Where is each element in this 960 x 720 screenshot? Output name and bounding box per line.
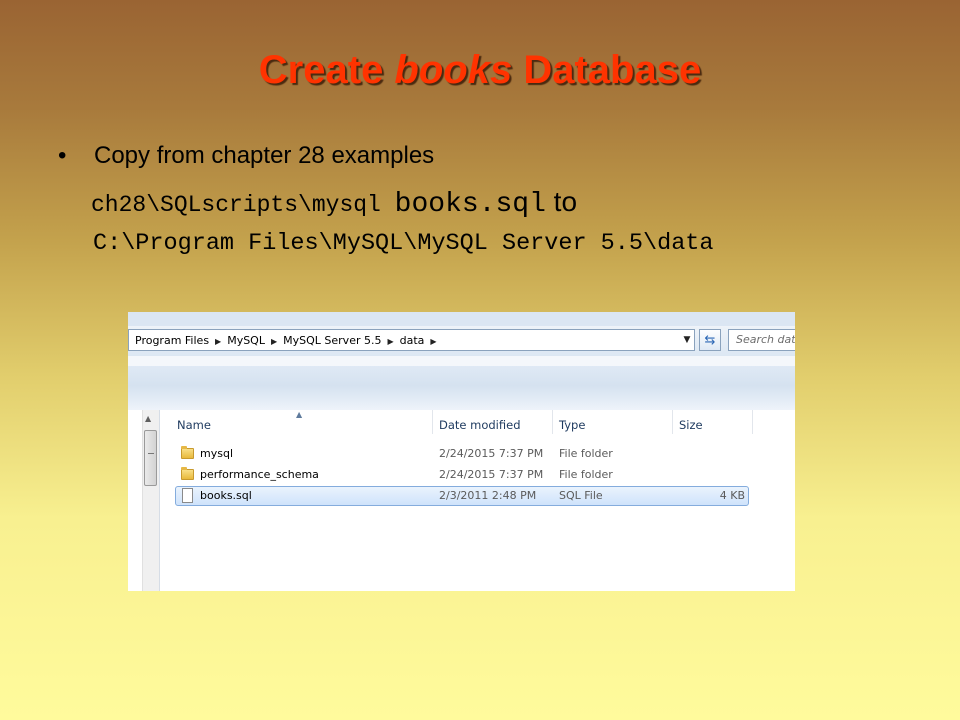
- to-word: to: [545, 186, 578, 217]
- file-date: 2/3/2011 2:48 PM: [439, 489, 537, 502]
- column-header-date[interactable]: Date modified: [432, 410, 552, 434]
- file-type: File folder: [559, 468, 613, 481]
- chevron-right-icon[interactable]: ▶: [424, 337, 436, 346]
- title-part: Database: [512, 48, 702, 92]
- breadcrumb-item[interactable]: Program Files ▶: [129, 334, 221, 347]
- column-header-name[interactable]: Name: [170, 410, 432, 434]
- file-name: performance_schema: [200, 468, 319, 481]
- source-dir: ch28\SQLscripts\mysql: [91, 192, 395, 218]
- navigation-pane: [128, 410, 142, 591]
- slide-title: Create books Database: [0, 48, 960, 93]
- source-path-line: ch28\SQLscripts\mysql books.sql to: [91, 186, 577, 220]
- title-emphasis: books: [394, 48, 513, 92]
- bullet-item: • Copy from chapter 28 examples: [58, 142, 434, 170]
- command-bar: [128, 366, 795, 410]
- breadcrumb-item[interactable]: data ▶: [394, 334, 437, 347]
- refresh-icon[interactable]: ⇆: [699, 329, 721, 351]
- column-header-size[interactable]: Size: [672, 410, 752, 434]
- file-list: ▲ Name Date modified Type Size mysql 2/2…: [159, 410, 795, 591]
- breadcrumb-label: data: [399, 333, 425, 347]
- file-icon: [182, 488, 193, 503]
- breadcrumb-item[interactable]: MySQL ▶: [221, 334, 277, 347]
- file-row[interactable]: mysql 2/24/2015 7:37 PM File folder: [160, 444, 795, 464]
- chevron-down-icon[interactable]: ▼: [678, 329, 696, 351]
- column-divider[interactable]: [752, 410, 753, 434]
- file-date: 2/24/2015 7:37 PM: [439, 468, 544, 481]
- breadcrumb-item[interactable]: MySQL Server 5.5 ▶: [277, 334, 394, 347]
- bullet-text: Copy from chapter 28 examples: [94, 142, 435, 169]
- search-input[interactable]: Search data: [728, 329, 795, 351]
- file-date: 2/24/2015 7:37 PM: [439, 447, 544, 460]
- source-file: books.sql: [394, 189, 546, 220]
- address-bar: Program Files ▶ MySQL ▶ MySQL Server 5.5 ▶ …: [128, 326, 795, 356]
- file-name: books.sql: [200, 489, 252, 502]
- file-row[interactable]: performance_schema 2/24/2015 7:37 PM Fil…: [160, 465, 795, 485]
- destination-path: C:\Program Files\MySQL\MySQL Server 5.5\…: [93, 230, 714, 257]
- file-size: 4 KB: [719, 489, 745, 502]
- chevron-right-icon[interactable]: ▶: [209, 337, 221, 346]
- breadcrumb-label: MySQL Server 5.5: [283, 333, 382, 347]
- chevron-right-icon[interactable]: ▶: [265, 337, 277, 346]
- column-header-type[interactable]: Type: [552, 410, 672, 434]
- breadcrumb[interactable]: Program Files ▶ MySQL ▶ MySQL Server 5.5 ▶ …: [128, 329, 695, 351]
- scroll-thumb[interactable]: [144, 430, 157, 486]
- folder-icon: [181, 446, 194, 459]
- grip-icon: [148, 453, 154, 454]
- file-type: File folder: [559, 447, 613, 460]
- menu-strip: [128, 356, 795, 366]
- nav-scrollbar[interactable]: ▲: [142, 410, 159, 591]
- file-row-selected[interactable]: books.sql 2/3/2011 2:48 PM SQL File 4 KB: [160, 486, 795, 506]
- explorer-window: Program Files ▶ MySQL ▶ MySQL Server 5.5 ▶ …: [128, 312, 795, 591]
- title-part: Create: [258, 48, 395, 92]
- file-name: mysql: [200, 447, 233, 460]
- folder-icon: [181, 467, 194, 480]
- window-chrome-strip: [128, 312, 795, 326]
- breadcrumb-label: MySQL: [227, 333, 265, 347]
- chevron-right-icon[interactable]: ▶: [381, 337, 393, 346]
- scroll-up-icon[interactable]: ▲: [145, 414, 151, 423]
- bullet-mark: •: [58, 142, 67, 169]
- breadcrumb-label: Program Files: [135, 333, 210, 347]
- file-type: SQL File: [559, 489, 603, 502]
